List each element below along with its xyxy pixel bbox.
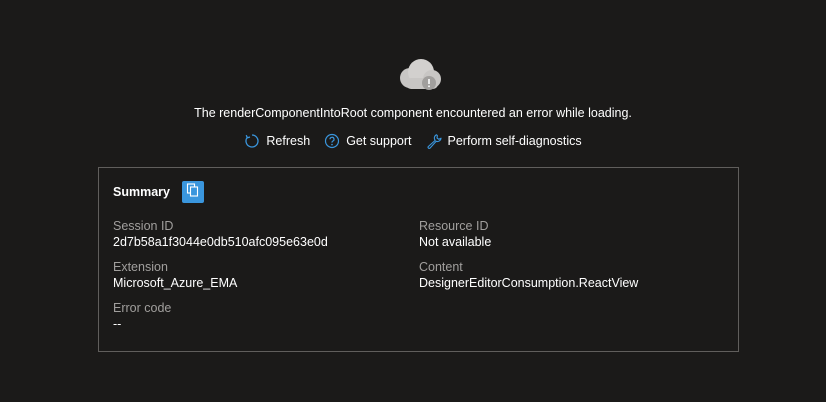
refresh-label: Refresh: [266, 134, 311, 148]
summary-panel: Summary Session ID 2d7b58a1f3044e0db510a…: [98, 167, 739, 352]
resource-id-value: Not available: [419, 235, 492, 249]
resource-id-label: Resource ID: [419, 219, 489, 233]
copy-icon: [186, 182, 200, 202]
get-support-button[interactable]: Get support: [324, 133, 412, 149]
error-code-field: Error code --: [113, 300, 171, 332]
content-value: DesignerEditorConsumption.ReactView: [419, 276, 639, 290]
extension-label: Extension: [113, 260, 168, 274]
get-support-label: Get support: [346, 134, 412, 148]
session-id-label: Session ID: [113, 219, 174, 233]
summary-title: Summary: [113, 185, 170, 199]
content-field: Content DesignerEditorConsumption.ReactV…: [419, 259, 638, 291]
error-code-label: Error code: [113, 301, 172, 315]
copy-button[interactable]: [181, 181, 204, 203]
refresh-icon: [244, 133, 260, 149]
self-diagnostics-button[interactable]: Perform self-diagnostics: [426, 133, 582, 149]
wrench-icon: [426, 133, 442, 149]
cloud-error-icon: [396, 58, 444, 92]
content-label: Content: [419, 260, 463, 274]
error-code-value: --: [113, 317, 122, 331]
resource-id-field: Resource ID Not available: [419, 218, 491, 250]
help-circle-icon: [324, 133, 340, 149]
summary-header: Summary: [113, 181, 204, 203]
error-actions: Refresh Get support Perform self-diagnos…: [0, 133, 826, 149]
error-page: The renderComponentIntoRoot component en…: [0, 0, 826, 402]
session-id-value: 2d7b58a1f3044e0db510afc095e63e0d: [113, 235, 328, 249]
refresh-button[interactable]: Refresh: [244, 133, 310, 149]
extension-value: Microsoft_Azure_EMA: [113, 276, 238, 290]
extension-field: Extension Microsoft_Azure_EMA: [113, 259, 237, 291]
self-diagnostics-label: Perform self-diagnostics: [447, 134, 582, 148]
error-message: The renderComponentIntoRoot component en…: [194, 106, 632, 120]
session-id-field: Session ID 2d7b58a1f3044e0db510afc095e63…: [113, 218, 328, 250]
